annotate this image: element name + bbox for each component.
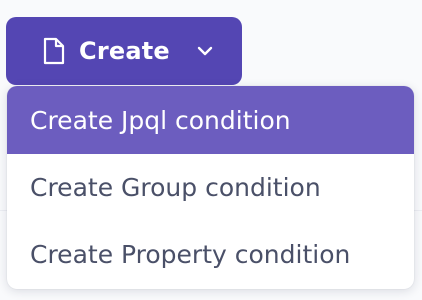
menu-item-create-jpql-condition[interactable]: Create Jpql condition <box>7 86 414 154</box>
chevron-down-icon <box>197 46 213 56</box>
menu-item-label: Create Jpql condition <box>30 105 291 135</box>
menu-item-create-property-condition[interactable]: Create Property condition <box>7 221 414 288</box>
menu-item-label: Create Group condition <box>30 173 321 202</box>
menu-item-label: Create Property condition <box>30 240 351 269</box>
create-button[interactable]: Create <box>6 17 242 85</box>
screen: Create Create Jpql condition Create Grou… <box>0 0 422 300</box>
create-dropdown-menu: Create Jpql condition Create Group condi… <box>7 86 414 289</box>
file-icon <box>43 37 65 65</box>
create-button-label: Create <box>79 37 170 65</box>
menu-item-create-group-condition[interactable]: Create Group condition <box>7 154 414 221</box>
